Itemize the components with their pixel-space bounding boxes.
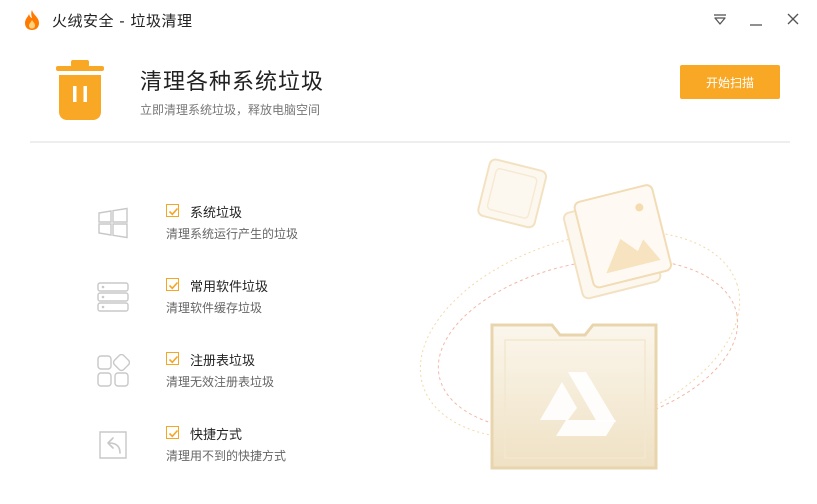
huorong-logo-icon (25, 10, 39, 30)
menu-icon[interactable] (710, 10, 730, 30)
item-title: 注册表垃圾 (190, 354, 256, 369)
checkmark-icon (168, 207, 179, 216)
windows-icon (98, 207, 128, 239)
checkbox-registry-junk[interactable] (166, 352, 179, 365)
minimize-icon[interactable] (746, 10, 766, 30)
server-stack-icon (97, 282, 129, 312)
page-subtitle: 立即清理系统垃圾，释放电脑空间 (140, 103, 321, 117)
checkbox-software-junk[interactable] (166, 278, 179, 291)
title-bar: 火绒安全 - 垃圾清理 (0, 0, 817, 40)
window-title: 火绒安全 - 垃圾清理 (52, 12, 193, 30)
shortcut-icon (99, 431, 127, 459)
floating-card-icon (477, 158, 548, 229)
list-item-software-junk: 常用软件垃圾 清理软件缓存垃圾 (96, 276, 426, 328)
page-title: 清理各种系统垃圾 (140, 70, 325, 95)
item-title: 常用软件垃圾 (190, 280, 269, 295)
registry-grid-icon (97, 354, 130, 387)
checkbox-system-junk[interactable] (166, 204, 179, 217)
item-description: 清理软件缓存垃圾 (166, 301, 263, 315)
list-item-shortcuts: 快捷方式 清理用不到的快捷方式 (96, 424, 426, 476)
checkbox-shortcuts[interactable] (166, 426, 179, 439)
divider (30, 141, 790, 143)
cleanup-illustration (419, 158, 741, 470)
item-description: 清理系统运行产生的垃圾 (166, 227, 299, 241)
checkmark-icon (168, 429, 179, 438)
list-item-system-junk: 系统垃圾 清理系统运行产生的垃圾 (96, 202, 426, 254)
list-item-registry-junk: 注册表垃圾 清理无效注册表垃圾 (96, 350, 426, 402)
item-description: 清理用不到的快捷方式 (166, 449, 287, 463)
image-card-icon (562, 184, 673, 300)
checkmark-icon (168, 281, 179, 290)
close-icon[interactable] (783, 10, 803, 30)
item-title: 快捷方式 (190, 428, 243, 443)
checkmark-icon (168, 355, 179, 364)
trash-can-icon (56, 60, 104, 120)
start-scan-button[interactable]: 开始扫描 (680, 65, 780, 99)
item-description: 清理无效注册表垃圾 (166, 375, 275, 389)
item-title: 系统垃圾 (190, 206, 243, 221)
